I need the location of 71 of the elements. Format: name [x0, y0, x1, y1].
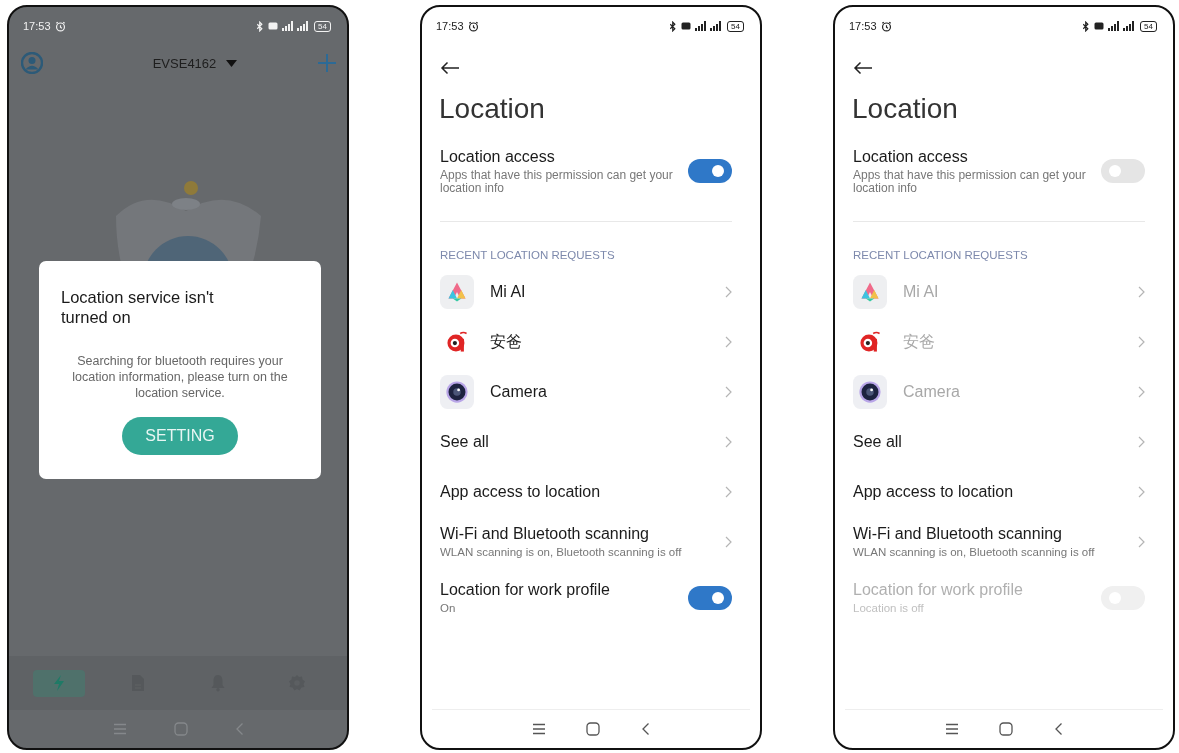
menu-icon[interactable] — [532, 723, 547, 735]
battery-level: 54 — [1140, 20, 1157, 32]
chevron-right-icon — [725, 386, 732, 398]
dropdown-caret-icon[interactable] — [226, 59, 238, 67]
chevron-right-icon — [1138, 436, 1145, 448]
section-header: RECENT LOCATION REQUESTS — [440, 249, 616, 261]
app-row[interactable]: Mi AI — [440, 267, 732, 317]
home-icon[interactable] — [999, 722, 1014, 736]
setting-label: Location for work profile — [853, 581, 1024, 599]
back-arrow-icon[interactable] — [440, 61, 460, 75]
setting-label[interactable]: App access to location — [853, 483, 1138, 501]
menu-icon[interactable] — [945, 723, 960, 735]
chevron-right-icon — [725, 286, 732, 298]
app-row[interactable]: Camera — [440, 367, 732, 417]
status-time: 17:53 — [849, 20, 877, 32]
page-title: Location — [439, 93, 546, 125]
chevron-right-icon — [1138, 486, 1145, 498]
alarm-clock-icon — [880, 20, 892, 32]
chevron-right-icon — [1138, 536, 1145, 548]
setting-label: Location access — [440, 147, 556, 166]
chevron-right-icon — [1138, 386, 1145, 398]
chevron-right-icon — [725, 436, 732, 448]
camera-app-icon — [440, 375, 474, 409]
setting-description: On — [440, 602, 457, 615]
home-icon[interactable] — [586, 722, 601, 736]
battery-level: 54 — [314, 20, 331, 32]
chevron-right-icon — [725, 486, 732, 498]
alarm-clock-icon — [467, 20, 479, 32]
chevron-right-icon — [725, 536, 732, 548]
chevron-right-icon — [1138, 336, 1145, 348]
camera-app-icon — [853, 375, 887, 409]
signal-icon — [282, 21, 311, 31]
setting-description: Location is off — [853, 602, 925, 615]
setting-label[interactable]: Wi-Fi and Bluetooth scanning — [853, 525, 1138, 543]
app-row[interactable]: 安爸 — [440, 317, 732, 367]
alarm-clock-icon — [54, 20, 66, 32]
chevron-right-icon — [1138, 286, 1145, 298]
status-time: 17:53 — [23, 20, 51, 32]
data-saver-icon — [681, 22, 692, 30]
back-icon[interactable] — [640, 722, 650, 736]
setting-description: WLAN scanning is on, Bluetooth scanning is off — [853, 546, 1096, 559]
signal-icon — [695, 21, 724, 31]
bluetooth-icon — [256, 20, 265, 32]
signal-icon — [1108, 21, 1137, 31]
toggle-switch[interactable] — [688, 159, 732, 183]
bluetooth-icon — [1082, 20, 1091, 32]
setting-label: Location for work profile — [440, 581, 611, 599]
setting-label[interactable]: See all — [853, 433, 1138, 451]
setting-description: Apps that have this permission can get your location info — [440, 168, 674, 195]
data-saver-icon — [1094, 22, 1105, 30]
setting-label[interactable]: See all — [440, 433, 725, 451]
toggle-switch[interactable] — [688, 586, 732, 610]
setting-description: WLAN scanning is on, Bluetooth scanning is off — [440, 546, 683, 559]
toggle-switch[interactable] — [1101, 159, 1145, 183]
section-header: RECENT LOCATION REQUESTS — [853, 249, 1029, 261]
app-icon — [853, 275, 887, 309]
setting-label[interactable]: Wi-Fi and Bluetooth scanning — [440, 525, 725, 543]
chevron-right-icon — [725, 336, 732, 348]
page-title: Location — [852, 93, 959, 125]
setting-label[interactable]: App access to location — [440, 483, 725, 501]
bluetooth-icon — [669, 20, 678, 32]
back-arrow-icon[interactable] — [853, 61, 873, 75]
data-saver-icon — [268, 22, 279, 30]
dialog-message: Searching for bluetooth requires your location information, please turn on the location service. — [71, 353, 289, 401]
status-time: 17:53 — [436, 20, 464, 32]
app-icon — [440, 275, 474, 309]
setting-description: Apps that have this permission can get your location info — [853, 168, 1087, 195]
dialog-title: Location service isn't turned on — [61, 287, 215, 327]
battery-level: 54 — [727, 20, 744, 32]
back-icon[interactable] — [1053, 722, 1063, 736]
setting-label: Location access — [853, 147, 969, 166]
